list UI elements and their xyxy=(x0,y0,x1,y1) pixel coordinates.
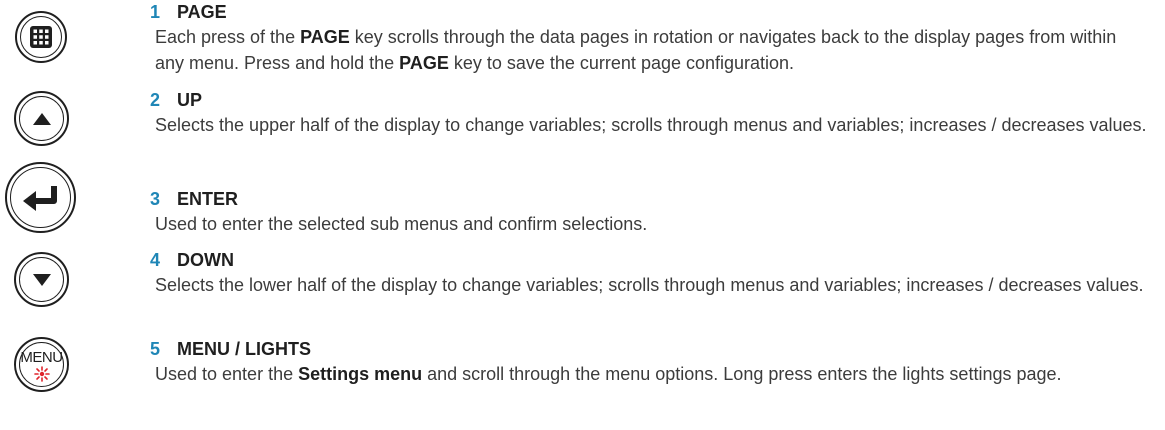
item-title: PAGE xyxy=(177,2,227,22)
page-key[interactable] xyxy=(15,11,67,63)
grid-icon xyxy=(30,26,52,48)
triangle-down-icon xyxy=(32,273,51,286)
enter-arrow-icon xyxy=(22,185,57,211)
down-key[interactable] xyxy=(14,252,69,307)
item-number: 5 xyxy=(150,339,161,359)
sun-light-icon xyxy=(33,366,50,382)
key-entry-up: 2 UP Selects the upper half of the displa… xyxy=(150,88,1150,139)
enter-key[interactable] xyxy=(5,162,76,233)
item-number: 1 xyxy=(150,2,161,22)
menu-key-label: MENU xyxy=(20,349,63,366)
triangle-up-icon xyxy=(32,112,51,125)
item-description: Selects the lower half of the display to… xyxy=(155,275,1144,295)
item-number: 2 xyxy=(150,90,161,110)
menu-key[interactable]: MENU xyxy=(14,337,69,392)
key-entry-enter: 3 ENTER Used to enter the selected sub me… xyxy=(150,187,1150,238)
key-entry-down: 4 DOWN Selects the lower half of the disp… xyxy=(150,248,1150,299)
item-title: ENTER xyxy=(177,189,239,209)
item-description: Used to enter the selected sub menus and… xyxy=(155,214,648,234)
key-entry-page: 1 PAGE Each press of the PAGE key scrolls… xyxy=(150,0,1150,76)
up-key[interactable] xyxy=(14,91,69,146)
item-title: MENU / LIGHTS xyxy=(177,339,311,359)
item-description: Used to enter the Settings menu and scro… xyxy=(155,364,1062,384)
item-description: Selects the upper half of the display to… xyxy=(155,115,1147,135)
item-number: 3 xyxy=(150,189,161,209)
item-title: UP xyxy=(177,90,203,110)
item-description: Each press of the PAGE key scrolls throu… xyxy=(155,27,1117,73)
key-entry-menu-lights: 5 MENU / LIGHTS Used to enter the Setting… xyxy=(150,337,1150,388)
item-number: 4 xyxy=(150,250,161,270)
item-title: DOWN xyxy=(177,250,234,270)
